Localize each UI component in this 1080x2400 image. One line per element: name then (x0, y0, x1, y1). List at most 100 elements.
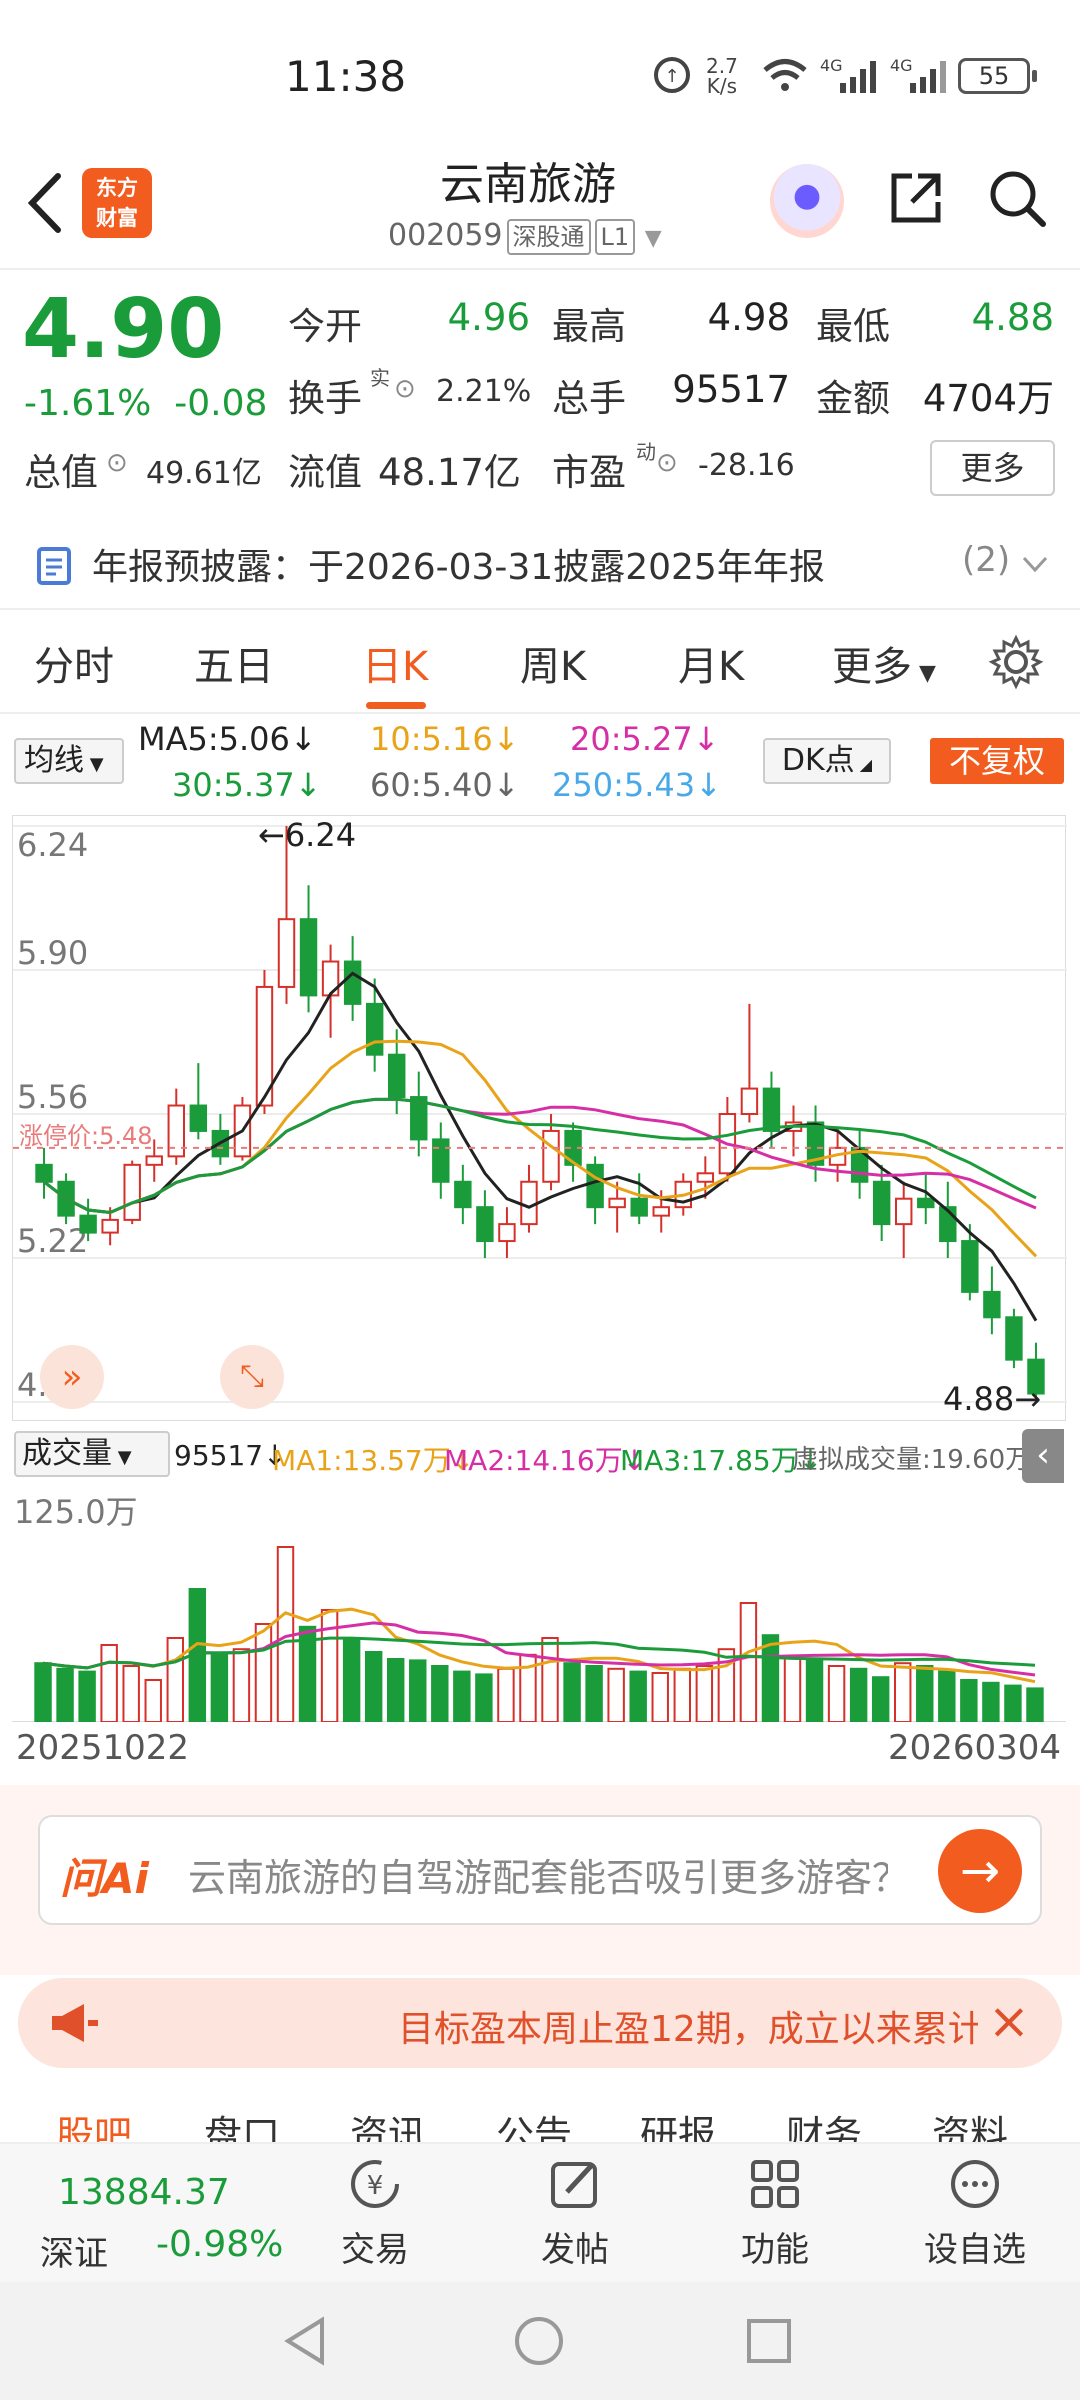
kline-chart[interactable]: 6.245.905.565.224.88涨停价:5.48←6.244.88→ (12, 815, 1067, 1421)
gear-icon[interactable] (988, 634, 1044, 690)
back-button[interactable] (20, 168, 70, 238)
date-start: 20251022 (16, 1728, 190, 1768)
search-icon[interactable] (985, 166, 1049, 230)
promo-banner[interactable]: 目标盈本周止盈12期，成立以来累计 × (18, 1978, 1062, 2068)
notice-count: (2) (962, 540, 1011, 580)
volume-bar (695, 1665, 714, 1722)
index-change[interactable]: -0.98% (156, 2224, 283, 2265)
pe-label: 市盈 (552, 451, 626, 494)
high-label: 最高 (552, 305, 626, 348)
market-tag: 深股通 (506, 219, 591, 255)
tab-monthly-k[interactable]: 月K (678, 634, 744, 692)
candle-body (586, 1163, 604, 1209)
info-dots-icon[interactable]: ⊙ (106, 448, 128, 478)
chevron-down-icon[interactable]: ▼ (645, 226, 662, 251)
candle-body (696, 1172, 715, 1183)
volume-select[interactable]: 成交量 ▼ (14, 1431, 170, 1477)
no-adjust-button[interactable]: 不复权 (930, 738, 1064, 784)
info-dots-icon[interactable]: ⊙ (394, 374, 416, 404)
nav-recents-icon[interactable] (744, 2316, 794, 2366)
volume-bar (78, 1670, 96, 1722)
nav-trade[interactable]: ¥ 交易 (310, 2156, 440, 2271)
ai-question-box[interactable]: 问Ai 云南旅游的自驾游配套能否吸引更多游客？ → (38, 1815, 1042, 1925)
volume-bar (541, 1637, 559, 1722)
tab-intraday[interactable]: 分时 (34, 634, 114, 692)
data-saver-icon: ↑ (654, 57, 690, 93)
kline-svg: 6.245.905.565.224.88涨停价:5.48←6.244.88→ (13, 816, 1067, 1418)
volume-bar (166, 1637, 184, 1722)
arrow-right-icon[interactable]: → (938, 1829, 1022, 1913)
candle-body (630, 1197, 648, 1217)
volume-bar (849, 1667, 868, 1722)
volume-bar (871, 1676, 890, 1722)
nav-add-watchlist[interactable]: 设自选 (910, 2156, 1040, 2271)
low-label: 最低 (816, 305, 890, 348)
volume-bar (497, 1667, 515, 1722)
volume-bar (409, 1659, 427, 1722)
volume-bar (453, 1670, 471, 1722)
nav-functions[interactable]: 功能 (710, 2156, 840, 2271)
float-value: 48.17亿 (378, 451, 521, 494)
volume-bar (982, 1681, 1000, 1722)
limit-up-label: 涨停价:5.48 (19, 1122, 153, 1150)
volume-bar (894, 1662, 912, 1722)
tab-more[interactable]: 更多 ▼ (832, 634, 936, 692)
collapse-arrows-icon[interactable]: ⤡ (220, 1345, 284, 1409)
volume-bar (210, 1653, 229, 1722)
y-tick-label: 5.56 (17, 1078, 88, 1116)
app-logo: 东方 财富 (82, 168, 152, 238)
volume-bar (607, 1667, 625, 1722)
info-dots-icon[interactable]: ⊙ (656, 448, 678, 478)
candle-body (961, 1240, 979, 1293)
candle-body (189, 1104, 208, 1132)
nav-home-icon[interactable] (512, 2314, 566, 2368)
volume-bar (144, 1679, 162, 1722)
volume-value: 95517 (672, 368, 790, 411)
index-name[interactable]: 深证 (40, 2226, 108, 2275)
share-icon[interactable] (884, 166, 948, 230)
tab-weekly-k[interactable]: 周K (520, 634, 586, 692)
index-value[interactable]: 13884.37 (58, 2172, 230, 2213)
volume-bar (364, 1651, 383, 1722)
ma30-value: 30:5.37↓ (172, 766, 322, 804)
volume-bar (387, 1658, 405, 1722)
float-label: 流值 (288, 451, 362, 494)
yen-cycle-icon: ¥ (351, 2160, 399, 2208)
volume-bar (1026, 1687, 1044, 1722)
volume-bar (739, 1602, 758, 1722)
notice-bar[interactable]: 年报预披露：于2026-03-31披露2025年年报 (2) (0, 520, 1080, 610)
wifi-icon (763, 59, 807, 91)
grid-icon (751, 2160, 799, 2208)
turnover-sup: 实 (370, 366, 390, 390)
robot-assistant-icon[interactable] (770, 164, 844, 238)
tab-daily-k[interactable]: 日K (362, 634, 428, 692)
candle-body (79, 1214, 97, 1234)
ma10-value: 10:5.16↓ (370, 720, 520, 758)
amount-label: 金额 (816, 377, 890, 420)
volume-bar (805, 1659, 824, 1722)
volume-chart[interactable]: 125.0万 (12, 1487, 1066, 1722)
candle-body (983, 1290, 1001, 1319)
level-tag: L1 (594, 219, 636, 255)
megaphone-icon (52, 2004, 98, 2042)
chevron-left-icon[interactable]: ‹ (1022, 1429, 1064, 1483)
ma250-value: 250:5.43↓ (552, 766, 722, 804)
volume-label: 总手 (552, 377, 626, 420)
nav-back-icon[interactable] (280, 2314, 330, 2368)
volume-bar (342, 1637, 361, 1722)
tab-five-day[interactable]: 五日 (194, 634, 274, 692)
tab-active-indicator (366, 702, 426, 709)
candle-body (917, 1197, 935, 1209)
double-chevron-icon[interactable]: » (40, 1345, 104, 1409)
dk-point-button[interactable]: DK点 ◢ (763, 738, 891, 784)
candle-body (35, 1163, 53, 1183)
close-icon[interactable]: × (988, 1992, 1030, 2050)
indicator-select[interactable]: 均线 ▼ (14, 738, 124, 784)
svg-text:↑: ↑ (664, 66, 679, 87)
svg-text:4G: 4G (820, 56, 843, 75)
nav-post[interactable]: 发帖 (510, 2156, 640, 2271)
candle-body (652, 1206, 670, 1217)
volume-bar (960, 1679, 978, 1722)
stock-code-line: 002059 深股通 L1 ▼ (388, 218, 662, 255)
more-button[interactable]: 更多 (930, 440, 1055, 496)
